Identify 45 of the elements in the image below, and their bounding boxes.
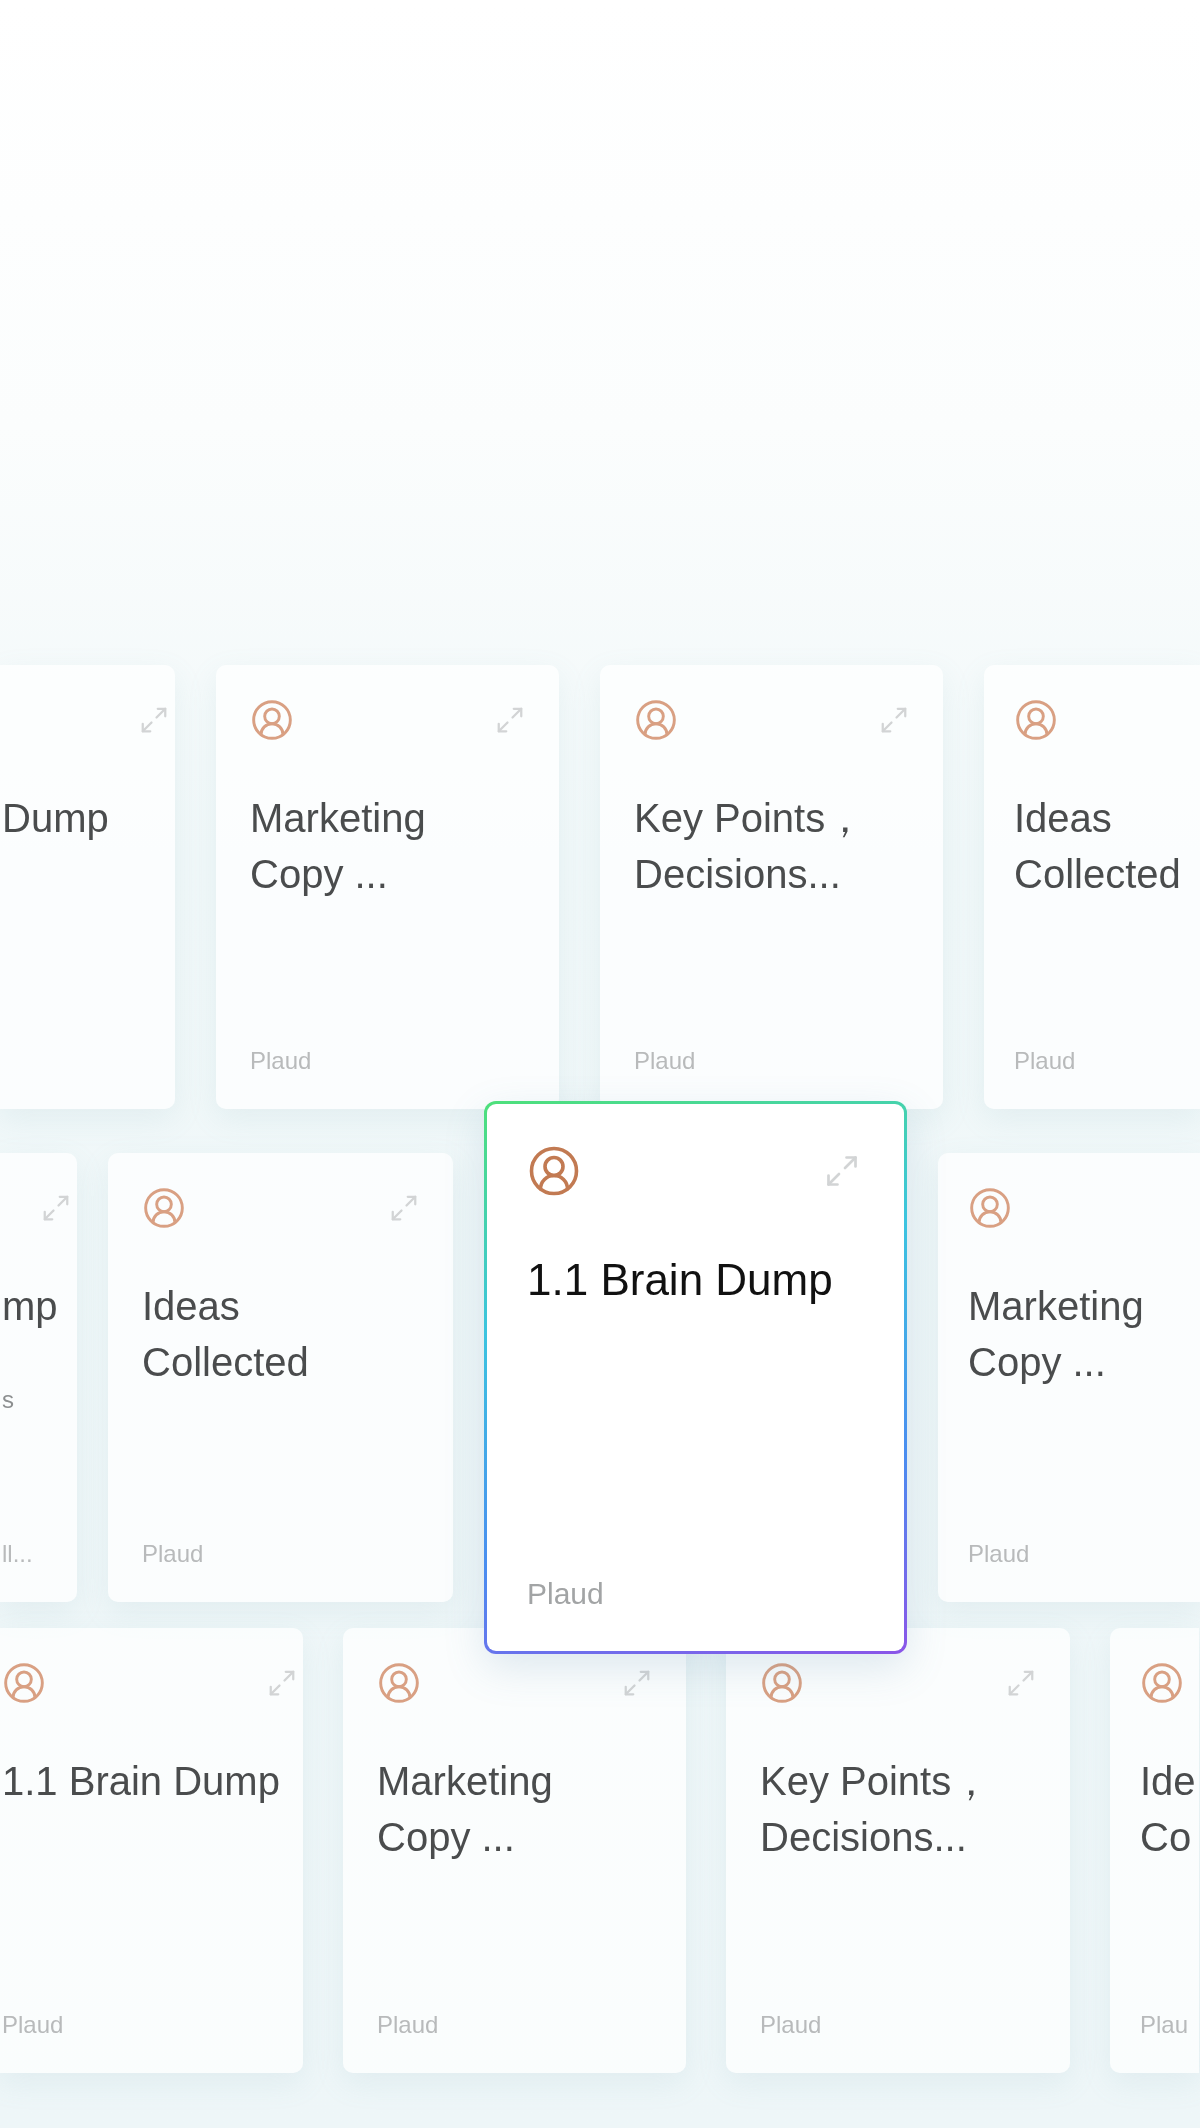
card-title: Key Points， Decisions... xyxy=(760,1758,992,1861)
card-title: Ideas Collected xyxy=(142,1283,309,1386)
template-card[interactable]: 1.1 Brain Dump Plaud xyxy=(0,1628,303,2073)
template-card[interactable]: Ide Co Plau xyxy=(1110,1628,1199,2073)
template-card[interactable]: Ideas Collected Plaud xyxy=(108,1153,453,1602)
author-label: Plaud xyxy=(760,2011,823,2039)
author-label: Plaud xyxy=(527,1577,605,1611)
card-title: Ideas Collected xyxy=(1014,795,1181,898)
template-card[interactable]: Marketing Copy ... Plaud xyxy=(216,665,559,1109)
author-label: ll... xyxy=(2,1540,34,1568)
expand-icon[interactable] xyxy=(41,1193,71,1223)
expand-icon[interactable] xyxy=(824,1153,860,1189)
expand-icon[interactable] xyxy=(139,705,169,735)
card-title: 1.1 Brain Dump xyxy=(2,1758,280,1805)
expand-icon[interactable] xyxy=(622,1668,652,1698)
author-label: Plaud xyxy=(634,1047,697,1075)
author-label: Plaud xyxy=(142,1540,205,1568)
expand-icon[interactable] xyxy=(495,705,525,735)
card-title: mp xyxy=(2,1283,58,1330)
author-label: Plaud xyxy=(377,2011,440,2039)
template-card[interactable]: Key Points， Decisions... Plaud xyxy=(600,665,943,1109)
expand-icon[interactable] xyxy=(389,1193,419,1223)
card-title: Marketing Copy ... xyxy=(968,1283,1144,1386)
card-title: Dump xyxy=(2,795,109,842)
card-description: s xyxy=(2,1386,15,1414)
expand-icon[interactable] xyxy=(1006,1668,1036,1698)
author-label: Plau xyxy=(1140,2011,1190,2039)
card-title: Marketing Copy ... xyxy=(377,1758,553,1861)
author-label: Plaud xyxy=(250,1047,313,1075)
expand-icon[interactable] xyxy=(879,705,909,735)
card-title: Ide Co xyxy=(1140,1758,1196,1861)
selected-template-card[interactable]: 1.1 Brain Dump Plaud xyxy=(484,1101,907,1654)
template-card[interactable]: Key Points， Decisions... Plaud xyxy=(726,1628,1070,2073)
template-card[interactable]: mp s ll... xyxy=(0,1153,77,1602)
expand-icon[interactable] xyxy=(267,1668,297,1698)
template-card[interactable]: Ideas Collected Plaud xyxy=(984,665,1200,1109)
author-label: Plaud xyxy=(968,1540,1031,1568)
card-title: Key Points， Decisions... xyxy=(634,795,866,898)
template-card[interactable]: Dump xyxy=(0,665,175,1109)
card-title: Marketing Copy ... xyxy=(250,795,426,898)
author-label: Plaud xyxy=(2,2011,65,2039)
author-label: Plaud xyxy=(1014,1047,1077,1075)
template-card[interactable]: Marketing Copy ... Plaud xyxy=(938,1153,1200,1602)
template-card[interactable]: Marketing Copy ... Plaud xyxy=(343,1628,686,2073)
card-title: 1.1 Brain Dump xyxy=(527,1254,833,1306)
